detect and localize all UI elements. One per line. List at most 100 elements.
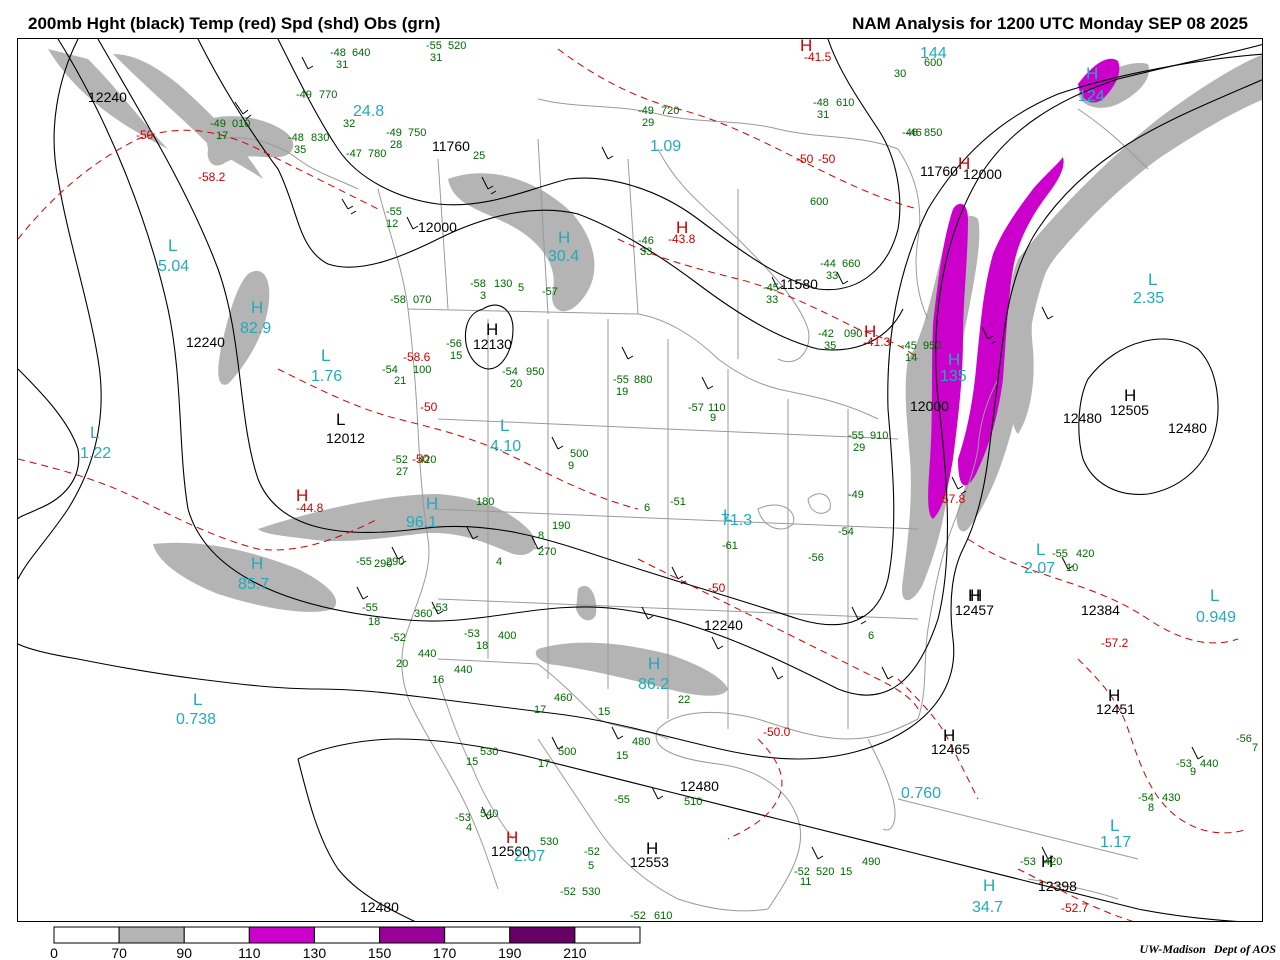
center-marker: H [864,322,876,341]
center-marker: L [1036,540,1045,559]
obs-temp: -55 [848,430,864,442]
obs-height: 100 [413,364,431,376]
speed-label: 5.04 [158,258,189,275]
obs-temp: -52 [560,886,576,898]
obs-temp: -45 [763,282,779,294]
center-marker: H [646,839,658,858]
obs-dewpoint: 5 [518,282,524,294]
obs-temp: -54 [382,364,398,376]
obs-dewpoint: 30 [894,68,906,80]
temp-label: -50 [818,152,836,166]
obs-height: 830 [311,132,329,144]
obs-temp: -56 [808,552,824,564]
obs-temp: -42 [818,328,834,340]
height-label: 11760 [432,138,470,154]
center-marker: H [506,828,518,847]
height-label: 12480 [1063,410,1102,426]
obs-dewpoint: 21 [394,375,406,387]
height-contour-6 [18,368,80,520]
obs-dewpoint: 15 [598,706,610,718]
obs-dewpoint: 15 [466,756,478,768]
height-contour-4 [197,39,904,351]
center-marker: H [948,350,960,369]
obs-temp: -52 [630,910,646,922]
center-marker: L [321,346,330,365]
obs-dewpoint: 29 [642,117,654,129]
center-marker: L [500,416,509,435]
height-label: 12240 [88,89,127,105]
center-marker: H [1108,686,1120,705]
obs-dewpoint: 17 [538,758,550,770]
center-marker: L [336,410,345,429]
speed-label: 124 [1078,88,1105,105]
obs-temp: -56 [1236,733,1252,745]
colorbar-segment [444,926,511,944]
analysis-time-title: NAM Analysis for 1200 UTC Monday SEP 08 … [852,14,1248,33]
height-label: 12480 [360,899,399,915]
obs-height: 010 [232,118,250,130]
obs-height: 430 [1162,792,1180,804]
obs-height: 950 [526,366,544,378]
obs-height: 070 [413,294,431,306]
speed-label: 0.760 [901,785,941,802]
obs-height: 420 [1044,856,1062,868]
obs-height: 520 [448,40,466,52]
center-marker: H [558,228,570,247]
obs-dewpoint: 6 [644,502,650,514]
height-label: 12000 [418,219,457,235]
colorbar-segment [509,926,576,944]
obs-dewpoint: 9 [710,412,716,424]
obs-height: 600 [924,57,942,69]
obs-dewpoint: 14 [905,352,917,364]
obs-height: 400 [498,630,516,642]
obs-dewpoint: 25 [473,150,485,162]
jet-shade-small [576,585,597,621]
center-marker: H [970,586,982,605]
height-contour-11 [297,758,416,921]
obs-temp: -52 [584,846,600,858]
obs-temp: -57 [542,286,558,298]
temp-label: -50 [796,152,814,166]
center-marker: H [251,298,263,317]
speed-label: 96.1 [406,514,437,531]
obs-dewpoint: 20 [396,658,408,670]
height-label: 12384 [1081,602,1120,618]
speed-label: 85.7 [238,576,269,593]
center-marker: H [251,554,263,573]
center-marker: L [193,690,202,709]
center-marker: L [723,506,732,525]
center-marker: H [800,39,812,55]
colorbar-tick-label: 90 [176,945,192,960]
temp-label: -57.8 [938,492,966,506]
obs-height: 530 [480,746,498,758]
province-line-3 [627,158,639,315]
obs-dewpoint: 32 [343,118,355,130]
obs-temp: -48 [288,132,304,144]
height-contour-5 [18,39,102,580]
map-canvas: 12240 12240 12012 12 130 12000 11760 1200… [18,39,1262,922]
temp-contour-8 [1077,658,1249,834]
center-marker: L [90,423,99,442]
obs-temp: -52 [392,454,408,466]
obs-dewpoint: 17 [534,704,546,716]
obs-height: 480 [632,736,650,748]
colorbar-segment [183,926,250,944]
colorbar-tick-label: 0 [50,945,58,960]
obs-temp: -53 [1176,758,1192,770]
temp-label: -50 [708,581,726,595]
height-label: 12398 [1038,878,1077,894]
obs-height: 780 [368,148,386,160]
obs-temp: -55 [356,556,372,568]
obs-dewpoint: 31 [336,59,348,71]
jet-shade-southern [535,642,728,696]
obs-height: 520 [816,866,834,878]
obs-dewpoint: 15 [450,350,462,362]
height-label: 12240 [186,334,225,350]
colorbar-tick-label: 70 [111,945,127,960]
temp-label: -50 [420,400,438,414]
colorbar-segment [574,926,641,944]
obs-temp: -46 [638,235,654,247]
obs-height: 510 [684,796,702,808]
center-marker: H [676,218,688,237]
temp-contour-9 [727,738,783,840]
